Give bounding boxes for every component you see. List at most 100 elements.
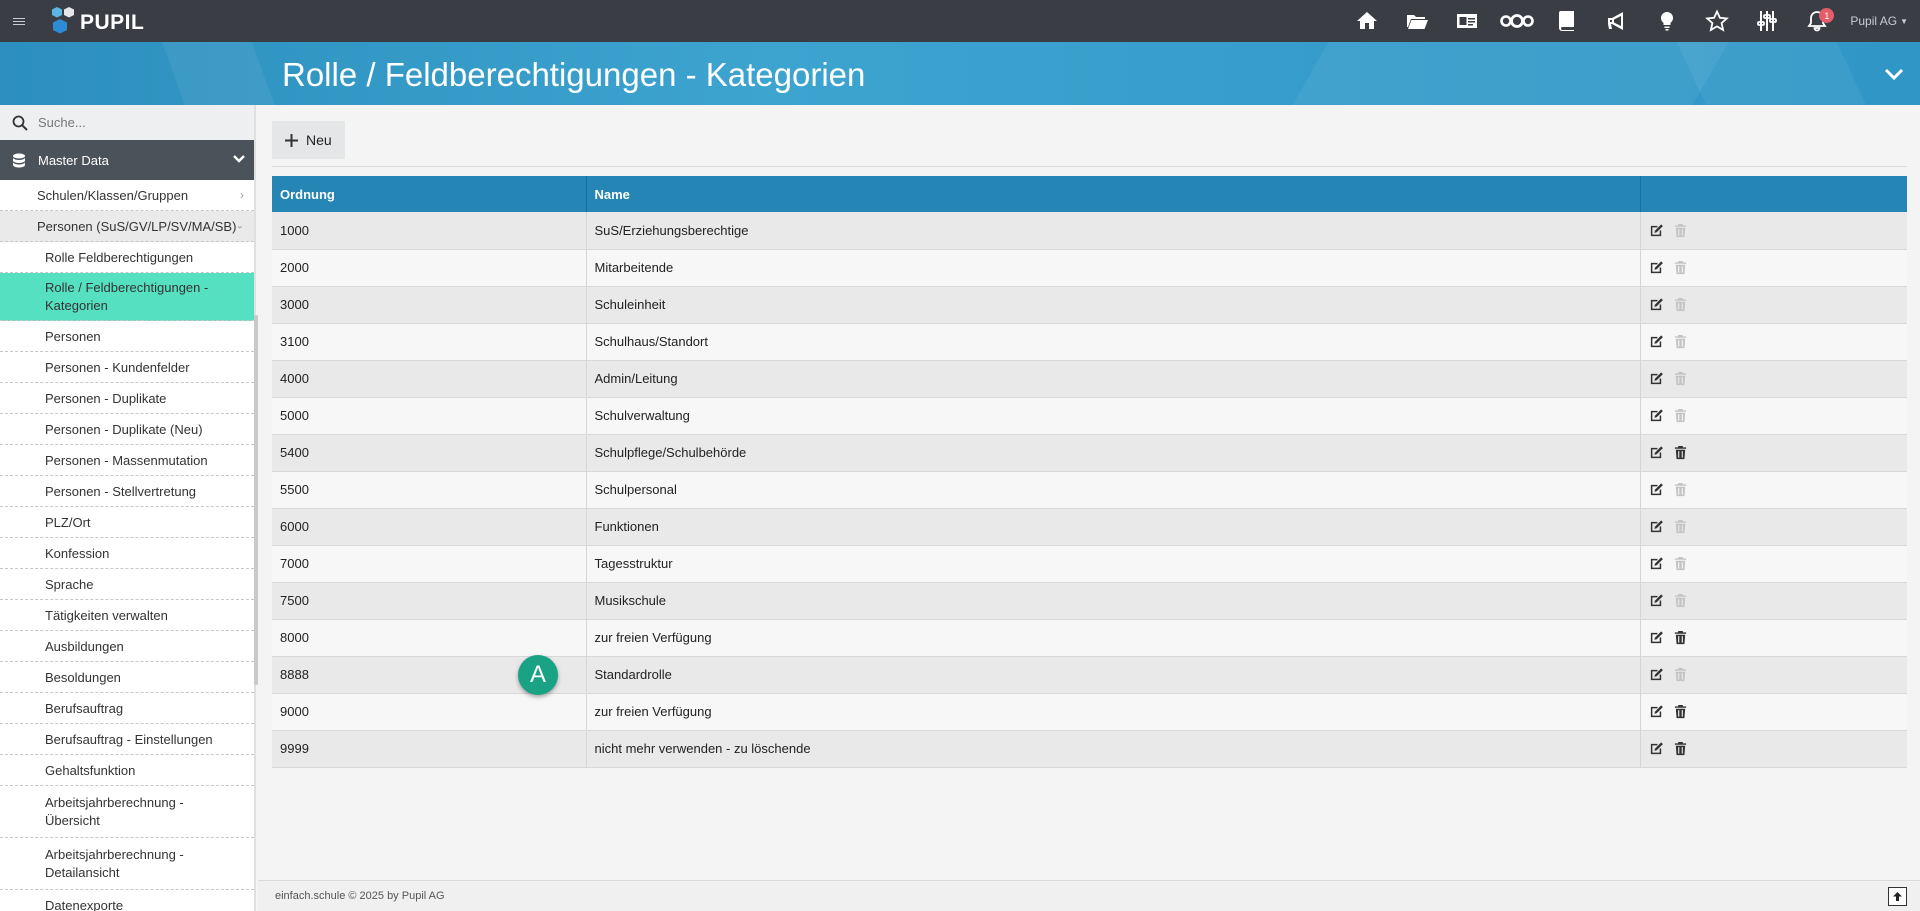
app-logo[interactable]: PUPIL <box>48 0 144 42</box>
sidebar-item-sprache[interactable]: Sprache <box>0 569 254 600</box>
sidebar-item-personen-massenmutation[interactable]: Personen - Massenmutation <box>0 445 254 476</box>
trash-icon[interactable] <box>1673 704 1688 719</box>
sidebar-item-taetigkeiten[interactable]: Tätigkeiten verwalten <box>0 600 254 631</box>
sidebar-item-gehaltsfunktion[interactable]: Gehaltsfunktion <box>0 755 254 786</box>
sidebar-search-input[interactable] <box>38 115 238 130</box>
tips-button[interactable] <box>1642 0 1692 42</box>
sidebar-section-master-data[interactable]: Master Data <box>0 140 254 180</box>
chevron-down-icon[interactable] <box>1882 62 1906 86</box>
sidebar-item-berufsauftrag[interactable]: Berufsauftrag <box>0 693 254 724</box>
trash-icon <box>1674 371 1686 386</box>
cell-ordnung: 5000 <box>272 397 587 435</box>
cell-name: Tagesstruktur <box>586 545 1641 583</box>
sidebar-search <box>0 105 254 140</box>
edit-icon[interactable] <box>1649 482 1664 497</box>
sidebar-item-personen-kundenfelder[interactable]: Personen - Kundenfelder <box>0 352 254 383</box>
column-header-name[interactable]: Name <box>586 176 1641 212</box>
sidebar-item-personen-group[interactable]: Personen (SuS/GV/LP/SV/MA/SB) ⌄ <box>0 211 254 242</box>
hamburger-icon <box>13 20 25 22</box>
sidebar-item-personen-stellvertretung[interactable]: Personen - Stellvertretung <box>0 476 254 507</box>
id-card-button[interactable] <box>1442 0 1492 42</box>
book-button[interactable] <box>1542 0 1592 42</box>
cell-actions <box>1640 286 1907 324</box>
sidebar-item-label: Personen - Stellvertretung <box>45 483 197 499</box>
table-body: 1000 SuS/Erziehungsberechtige 2000 Mitarbei… <box>272 212 1907 768</box>
edit-icon[interactable] <box>1649 593 1664 608</box>
folder-button[interactable] <box>1392 0 1442 42</box>
sidebar-item-label: Ausbildungen <box>45 638 124 654</box>
announcements-button[interactable] <box>1592 0 1642 42</box>
cell-name: zur freien Verfügung <box>586 619 1641 657</box>
favorites-button[interactable] <box>1692 0 1742 42</box>
page-title: Rolle / Feldberechtigungen - Kategorien <box>282 56 866 93</box>
user-menu[interactable]: Pupil AG ▼ <box>1842 14 1920 28</box>
cell-ordnung: 6000 <box>272 508 587 546</box>
trash-icon <box>1674 593 1686 608</box>
settings-button[interactable] <box>1742 0 1792 42</box>
sidebar-item-label: Personen (SuS/GV/LP/SV/MA/SB) <box>37 218 237 234</box>
sidebar-item-label: Arbeitsjahrberechnung - Übersicht <box>45 794 184 828</box>
sidebar-item-besoldungen[interactable]: Besoldungen <box>0 662 254 693</box>
edit-icon[interactable] <box>1649 556 1664 571</box>
cell-name: Musikschule <box>586 582 1641 620</box>
sidebar-item-arbeitsjahr-detail[interactable]: Arbeitsjahrberechnung - Detailansicht <box>0 838 254 890</box>
edit-icon[interactable] <box>1649 297 1664 312</box>
home-button[interactable] <box>1342 0 1392 42</box>
edit-icon[interactable] <box>1649 704 1664 719</box>
edit-icon[interactable] <box>1649 519 1664 534</box>
scroll-to-top-button[interactable] <box>1888 887 1907 906</box>
database-icon <box>13 153 25 167</box>
cell-ordnung: 7500 <box>272 582 587 620</box>
cell-actions <box>1640 619 1907 657</box>
edit-icon[interactable] <box>1649 445 1664 460</box>
edit-icon[interactable] <box>1649 371 1664 386</box>
sidebar-item-label: Berufsauftrag - Einstellungen <box>45 731 213 747</box>
edit-icon[interactable] <box>1649 630 1664 645</box>
edit-icon[interactable] <box>1649 223 1664 238</box>
sidebar-item-schulen[interactable]: Schulen/Klassen/Gruppen › <box>0 180 254 211</box>
notification-count-badge: 1 <box>1819 8 1835 23</box>
network-button[interactable] <box>1492 0 1542 42</box>
column-header-actions <box>1640 176 1907 212</box>
cell-name: Standardrolle <box>586 656 1641 694</box>
sidebar-item-rolle-feldberechtigungen[interactable]: Rolle Feldberechtigungen <box>0 242 254 273</box>
sidebar-item-plz-ort[interactable]: PLZ/Ort <box>0 507 254 538</box>
cell-name: Mitarbeitende <box>586 249 1641 287</box>
sidebar-item-datenexporte[interactable]: Datenexporte <box>0 890 254 911</box>
divider <box>272 166 1907 167</box>
sidebar-item-rolle-kategorien[interactable]: Rolle / Feldberechtigungen - Kategorien <box>0 273 254 321</box>
sidebar-item-berufsauftrag-einstellungen[interactable]: Berufsauftrag - Einstellungen <box>0 724 254 755</box>
sidebar-item-konfession[interactable]: Konfession <box>0 538 254 569</box>
home-icon <box>1357 12 1378 29</box>
categories-table: Ordnung Name 1000 SuS/Erziehungsberechtig… <box>272 176 1907 768</box>
sidebar-item-label: Personen - Duplikate <box>45 390 167 406</box>
table-row: 6000 Funktionen <box>272 508 1907 546</box>
cell-ordnung: 9000 <box>272 693 587 731</box>
cell-name: SuS/Erziehungsberechtige <box>586 212 1641 250</box>
trash-icon[interactable] <box>1673 445 1688 460</box>
sidebar-item-personen-duplikate-neu[interactable]: Personen - Duplikate (Neu) <box>0 414 254 445</box>
sidebar-item-personen[interactable]: Personen <box>0 321 254 352</box>
trash-icon[interactable] <box>1673 630 1688 645</box>
sidebar-item-label: Rolle / Feldberechtigungen - Kategorien <box>45 279 209 313</box>
sidebar-item-label: Arbeitsjahrberechnung - Detailansicht <box>45 846 184 880</box>
id-card-icon <box>1457 14 1478 28</box>
cell-ordnung: 1000 <box>272 212 587 250</box>
sidebar-item-personen-duplikate[interactable]: Personen - Duplikate <box>0 383 254 414</box>
menu-toggle-button[interactable] <box>0 0 38 42</box>
edit-icon[interactable] <box>1649 334 1664 349</box>
edit-icon[interactable] <box>1649 667 1664 682</box>
sidebar-item-arbeitsjahr-uebersicht[interactable]: Arbeitsjahrberechnung - Übersicht <box>0 786 254 838</box>
edit-icon[interactable] <box>1649 741 1664 756</box>
column-header-ordnung[interactable]: Ordnung <box>272 176 587 212</box>
sidebar-item-ausbildungen[interactable]: Ausbildungen <box>0 631 254 662</box>
new-button[interactable]: Neu <box>272 121 345 159</box>
edit-icon[interactable] <box>1649 408 1664 423</box>
edit-icon[interactable] <box>1649 260 1664 275</box>
footer-text: einfach.schule © 2025 by Pupil AG <box>275 890 445 902</box>
trash-icon[interactable] <box>1673 741 1688 756</box>
banner-decoration <box>1672 42 1888 105</box>
notifications-button[interactable]: 1 <box>1792 0 1842 42</box>
cell-ordnung: 5400 <box>272 434 587 472</box>
caret-down-icon: ▼ <box>1900 16 1908 26</box>
